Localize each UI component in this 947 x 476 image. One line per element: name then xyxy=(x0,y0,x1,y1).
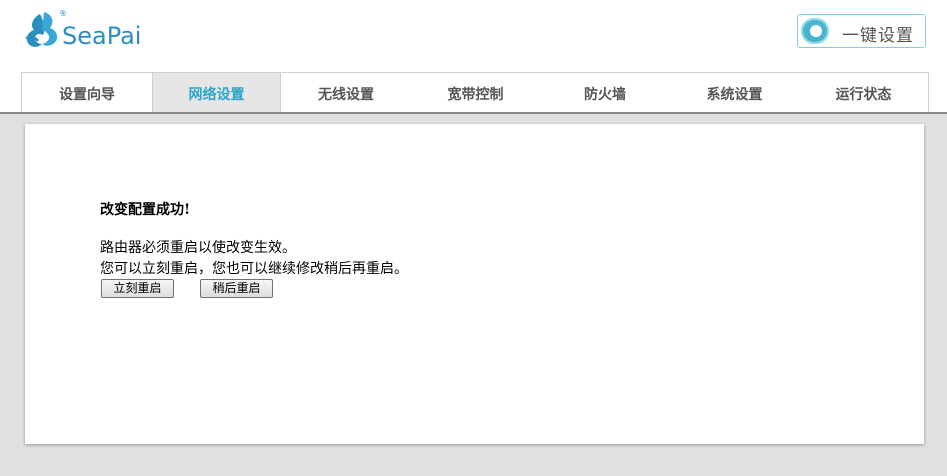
registered-mark: ® xyxy=(59,9,67,18)
restart-required-text: 路由器必须重启以使改变生效。 xyxy=(100,240,296,256)
tab-run-status[interactable]: 运行状态 xyxy=(799,73,928,113)
header: SeaPai ® 一键设置 xyxy=(0,0,947,72)
restart-options-text: 您可以立刻重启，您也可以继续修改稍后再重启。 xyxy=(100,261,408,277)
tab-firewall[interactable]: 防火墙 xyxy=(540,73,670,113)
tab-network-settings[interactable]: 网络设置 xyxy=(152,73,281,113)
restart-later-button[interactable]: 稍后重启 xyxy=(200,279,273,298)
main-nav: 设置向导 网络设置 无线设置 宽带控制 防火墙 系统设置 运行状态 xyxy=(21,72,929,113)
restart-now-button[interactable]: 立刻重启 xyxy=(101,279,174,298)
tab-wireless-settings[interactable]: 无线设置 xyxy=(281,73,411,113)
tab-bandwidth-control[interactable]: 宽带控制 xyxy=(411,73,540,113)
logo-text: SeaPai xyxy=(62,22,141,50)
tab-system-settings[interactable]: 系统设置 xyxy=(670,73,799,113)
one-click-setup-button[interactable]: 一键设置 xyxy=(797,14,926,48)
tab-setup-wizard[interactable]: 设置向导 xyxy=(22,73,152,113)
seapai-logo[interactable]: SeaPai ® xyxy=(22,8,162,52)
one-click-setup-label: 一键设置 xyxy=(842,26,914,46)
success-title: 改变配置成功! xyxy=(100,202,191,218)
seahorse-logo-icon: SeaPai ® xyxy=(25,9,141,50)
toggle-switch-icon xyxy=(801,18,829,44)
